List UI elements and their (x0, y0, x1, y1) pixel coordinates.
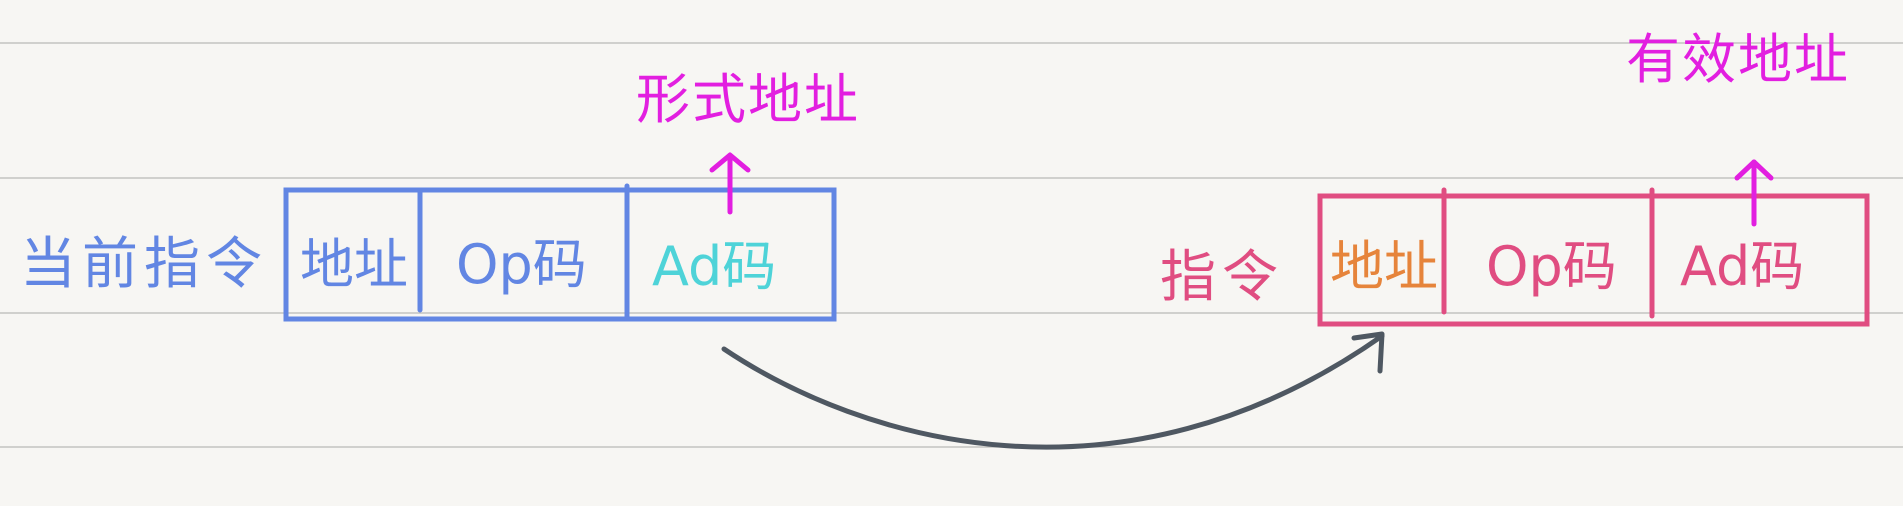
instruction-label: 指令 (1160, 245, 1284, 310)
current-opcode-cell: Op码 (456, 233, 587, 296)
formal-address-annotation: 形式地址 (636, 68, 860, 131)
current-instruction-label: 当前指令 (20, 232, 268, 297)
curved-arrow-icon (721, 331, 1385, 450)
notebook-canvas: 当前指令 地址 Op码 Ad码 形式地址 指令 地址 Op码 Ad码 有效地址 (0, 0, 1903, 501)
instruction-group: 指令 地址 Op码 Ad码 有效地址 (1160, 28, 1870, 327)
addressing-diagram: 当前指令 地址 Op码 Ad码 形式地址 指令 地址 Op码 Ad码 有效地址 (0, 28, 1903, 450)
instruction-opcode-cell: Op码 (1486, 235, 1617, 298)
arrow-up-icon (1734, 159, 1774, 227)
arrow-up-icon (709, 152, 751, 215)
effective-address-annotation: 有效地址 (1626, 28, 1850, 91)
current-address-cell: 地址 (300, 233, 408, 296)
instruction-adcode-cell: Ad码 (1680, 235, 1804, 298)
current-instruction-group: 当前指令 地址 Op码 Ad码 形式地址 (20, 68, 860, 322)
instruction-address-cell: 地址 (1330, 235, 1438, 298)
current-adcode-cell: Ad码 (652, 235, 776, 298)
